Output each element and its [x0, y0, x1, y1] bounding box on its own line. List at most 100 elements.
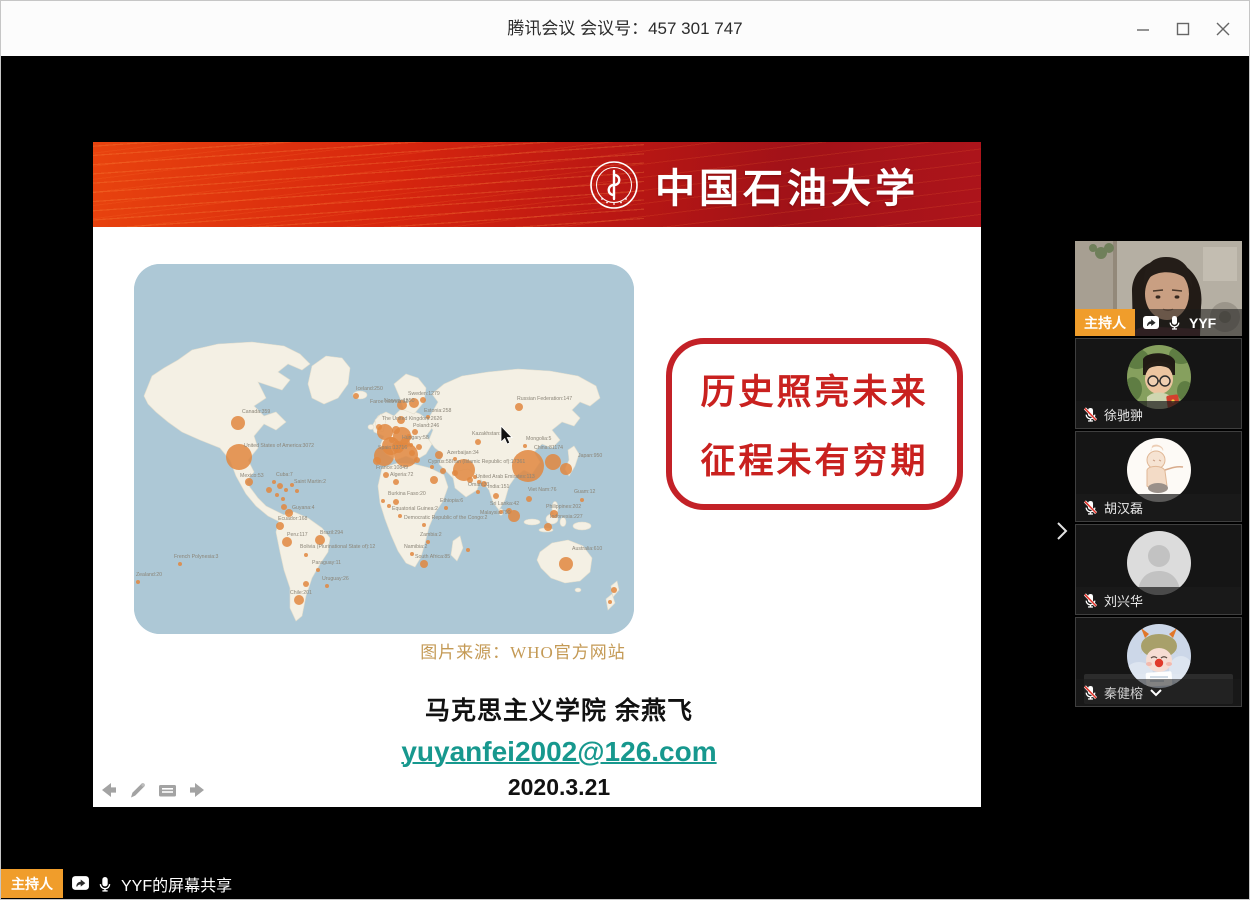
svg-text:Estonia:258: Estonia:258: [424, 408, 452, 414]
svg-text:Mongolia:5: Mongolia:5: [526, 436, 551, 442]
svg-text:Sweden:1279: Sweden:1279: [408, 391, 440, 397]
screen-share-status-bar: 主持人 YYF的屏幕共享: [1, 869, 232, 898]
participant-label-bar: 主持人 YYF: [1075, 309, 1242, 336]
svg-text:South Africa:85: South Africa:85: [415, 554, 450, 560]
close-button[interactable]: [1203, 9, 1243, 49]
participant-tile-xuchichong[interactable]: 徐驰翀: [1075, 338, 1242, 429]
svg-text:Guam:12: Guam:12: [574, 489, 595, 495]
presentation-date: 2020.3.21: [343, 774, 775, 801]
svg-text:Guyana:4: Guyana:4: [292, 505, 315, 511]
mic-muted-icon: [1083, 406, 1098, 423]
svg-text:Norway:1550: Norway:1550: [384, 398, 415, 404]
close-icon: [1216, 22, 1230, 36]
participant-name: 秦健榕: [1104, 683, 1143, 702]
map-source-caption: 图片来源：WHO官方网站: [363, 638, 683, 663]
slide-footer: 马克思主义学院 余燕飞 yuyanfei2002@126.com 2020.3.…: [343, 691, 775, 801]
svg-text:Spain:13716: Spain:13716: [378, 445, 407, 451]
svg-text:Russian Federation:147: Russian Federation:147: [517, 396, 572, 402]
chevron-down-icon[interactable]: [1149, 688, 1163, 697]
svg-text:Peru:117: Peru:117: [287, 532, 308, 538]
chevron-right-icon: [1056, 521, 1068, 541]
svg-text:Malaysia:790: Malaysia:790: [480, 510, 511, 516]
screen-share-status-text: YYF的屏幕共享: [121, 872, 232, 896]
svg-text:United Arab Emirates:113: United Arab Emirates:113: [476, 474, 535, 480]
svg-text:Namibia:2: Namibia:2: [404, 544, 427, 550]
slogan-line-2: 征程未有穷期: [700, 433, 928, 484]
svg-text:Mexico:53: Mexico:53: [240, 473, 264, 479]
svg-text:India:151: India:151: [488, 484, 509, 490]
svg-text:Canada:359: Canada:359: [242, 409, 270, 415]
pen-icon: [128, 780, 148, 800]
svg-text:Zealand:20: Zealand:20: [136, 572, 162, 578]
participant-label-bar: 刘兴华: [1076, 587, 1241, 614]
presenter-affiliation: 马克思主义学院 余燕飞: [343, 691, 775, 727]
svg-text:Ethiopia:6: Ethiopia:6: [440, 498, 463, 504]
svg-text:Poland:246: Poland:246: [413, 423, 439, 429]
minimize-icon: [1136, 22, 1150, 36]
svg-text:Ecuador:168: Ecuador:168: [278, 516, 308, 522]
slogan-box: 历史照亮未来 征程未有穷期: [666, 338, 963, 510]
university-name: 中国石油大学: [655, 156, 919, 214]
slide-nav-toolbar: [99, 780, 207, 800]
mic-on-icon: [1167, 314, 1182, 331]
svg-text:Hungary:58: Hungary:58: [402, 435, 429, 441]
mic-muted-icon: [1083, 684, 1098, 701]
avatar: [1127, 531, 1191, 595]
presentation-slide: 中国石油大学: [93, 142, 981, 807]
participant-tile-liuxinghua[interactable]: 刘兴华: [1075, 524, 1242, 615]
svg-text:Azerbaijan:34: Azerbaijan:34: [447, 450, 479, 456]
host-badge: 主持人: [1, 869, 63, 898]
svg-text:The United Kingdom:2626: The United Kingdom:2626: [382, 416, 442, 422]
app-window: 腾讯会议 会议号：457 301 747: [0, 0, 1250, 900]
maximize-button[interactable]: [1163, 9, 1203, 49]
shared-screen-stage: 中国石油大学: [1, 56, 1250, 900]
participant-name: YYF: [1189, 315, 1216, 331]
svg-text:French Polynesia:3: French Polynesia:3: [174, 554, 219, 560]
participant-name: 徐驰翀: [1104, 405, 1143, 424]
mic-muted-icon: [1083, 499, 1098, 516]
svg-text:Cuba:7: Cuba:7: [276, 472, 293, 478]
slide-notes-icon: [157, 780, 178, 800]
avatar: [1127, 438, 1191, 502]
window-title: 腾讯会议 会议号：457 301 747: [1, 1, 1249, 56]
svg-text:Indonesia:227: Indonesia:227: [550, 514, 583, 520]
participant-label-bar: 秦健榕: [1076, 679, 1241, 706]
host-badge: 主持人: [1075, 309, 1135, 336]
video-panel-collapse-chevron[interactable]: [1051, 516, 1073, 546]
svg-text:France:10849: France:10849: [376, 465, 408, 471]
avatar: [1127, 345, 1191, 409]
screen-share-icon: [1142, 315, 1160, 331]
svg-text:Paraguay:11: Paraguay:11: [312, 560, 341, 566]
participant-label-bar: 胡汉磊: [1076, 494, 1241, 521]
svg-text:Equatorial Guinea:2: Equatorial Guinea:2: [392, 506, 438, 512]
svg-text:Algeria:72: Algeria:72: [390, 472, 413, 478]
presenter-email: yuyanfei2002@126.com: [401, 736, 716, 768]
university-seal-icon: [588, 159, 640, 211]
svg-text:Chile:201: Chile:201: [290, 590, 312, 596]
participant-tile-huhanlei[interactable]: 胡汉磊: [1075, 431, 1242, 522]
minimize-button[interactable]: [1123, 9, 1163, 49]
svg-text:China:81174: China:81174: [534, 445, 563, 451]
svg-text:United States of America:3072: United States of America:3072: [244, 443, 314, 449]
maximize-icon: [1176, 22, 1190, 36]
svg-text:Iran (Islamic Republic of):173: Iran (Islamic Republic of):17361: [452, 459, 525, 465]
participant-tile-qinjianrong[interactable]: 秦健榕: [1075, 617, 1242, 707]
who-world-map: Iceland:250Faroe Islands:58Canada:359Uni…: [134, 264, 634, 634]
screen-share-icon: [71, 875, 90, 892]
svg-text:Philippines:202: Philippines:202: [546, 504, 581, 510]
previous-slide-icon: [99, 780, 119, 800]
svg-text:Oman:33: Oman:33: [468, 482, 489, 488]
svg-text:Burkina Faso:20: Burkina Faso:20: [388, 491, 426, 497]
participant-name: 刘兴华: [1104, 591, 1143, 610]
svg-text:Democratic Republic of the Con: Democratic Republic of the Congo:2: [404, 515, 487, 521]
next-slide-icon: [187, 780, 207, 800]
svg-text:Uruguay:26: Uruguay:26: [322, 576, 349, 582]
svg-text:Australia:610: Australia:610: [572, 546, 602, 552]
slide-header-banner: 中国石油大学: [93, 142, 981, 227]
mic-muted-icon: [1083, 592, 1098, 609]
participant-tile-yyf[interactable]: 主持人 YYF: [1075, 241, 1242, 336]
mic-on-icon: [97, 875, 113, 893]
svg-text:Saint Martin:2: Saint Martin:2: [294, 479, 326, 485]
slogan-line-1: 历史照亮未来: [700, 364, 928, 415]
svg-text:Cyprus:58: Cyprus:58: [428, 459, 452, 465]
